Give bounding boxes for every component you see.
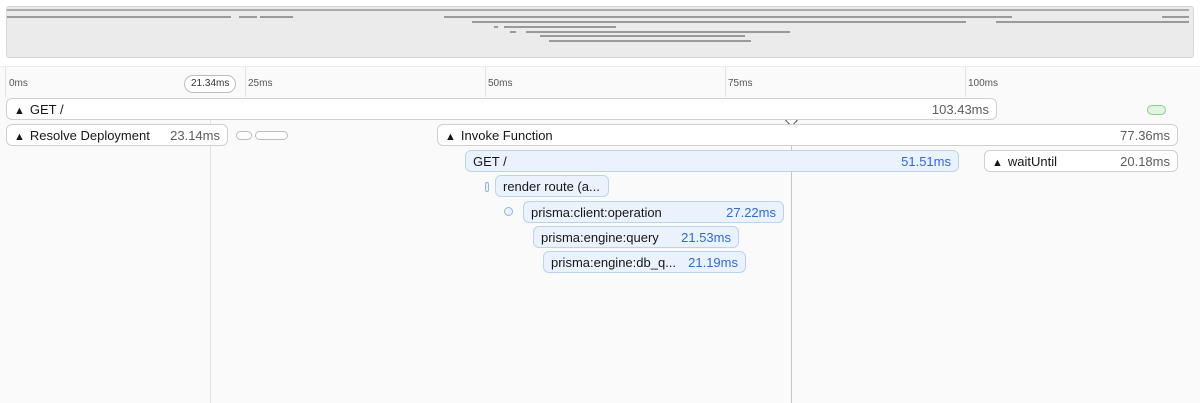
span-get-root[interactable]: ▲ GET / 103.43ms bbox=[6, 98, 997, 120]
span-prisma-engine-query[interactable]: prisma:engine:query 21.53ms bbox=[533, 226, 739, 248]
span-name: render route (a... bbox=[503, 178, 600, 194]
span-prisma-engine-db-query[interactable]: prisma:engine:db_q... 21.19ms bbox=[543, 251, 746, 273]
minimap-bar bbox=[260, 16, 293, 18]
collapse-triangle-icon[interactable]: ▲ bbox=[14, 105, 25, 117]
tick-label-75: 75ms bbox=[728, 78, 753, 89]
span-duration: 21.53ms bbox=[681, 229, 731, 245]
minimap-bar bbox=[7, 9, 1189, 11]
span-duration: 103.43ms bbox=[931, 101, 989, 117]
span-mini[interactable] bbox=[236, 131, 252, 140]
tick-line bbox=[245, 67, 246, 97]
minimap-bar bbox=[549, 40, 751, 42]
tick-label-100: 100ms bbox=[968, 78, 999, 89]
cursor-line bbox=[210, 103, 211, 403]
span-name: Invoke Function bbox=[460, 127, 553, 143]
tick-line bbox=[965, 67, 966, 97]
collapse-triangle-icon[interactable]: ▲ bbox=[14, 131, 25, 143]
span-point-icon[interactable] bbox=[504, 207, 513, 216]
span-duration: 20.18ms bbox=[1120, 153, 1170, 169]
span-marker[interactable] bbox=[485, 182, 489, 192]
span-name: prisma:engine:query bbox=[541, 229, 659, 245]
span-get-inner[interactable]: GET / 51.51ms bbox=[465, 150, 959, 172]
minimap-bar bbox=[7, 16, 231, 18]
minimap-bar bbox=[444, 16, 1012, 18]
span-name: GET / bbox=[473, 153, 507, 169]
minimap-bar bbox=[996, 21, 1189, 23]
span-duration: 23.14ms bbox=[170, 127, 220, 143]
minimap-bar bbox=[510, 31, 516, 33]
span-prisma-client-operation[interactable]: prisma:client:operation 27.22ms bbox=[523, 201, 784, 223]
tick-line bbox=[5, 67, 6, 97]
collapse-triangle-icon[interactable]: ▲ bbox=[445, 131, 456, 143]
span-invoke-function[interactable]: ▲ Invoke Function 77.36ms bbox=[437, 124, 1178, 146]
minimap-bar bbox=[239, 16, 257, 18]
span-duration: 51.51ms bbox=[901, 153, 951, 169]
minimap-bar bbox=[494, 26, 498, 28]
span-name: prisma:engine:db_q... bbox=[551, 254, 677, 270]
trace-minimap[interactable] bbox=[6, 6, 1194, 58]
tick-label-50: 50ms bbox=[488, 78, 513, 89]
cursor-time-badge: 21.34ms bbox=[184, 75, 237, 93]
span-duration: 77.36ms bbox=[1120, 127, 1170, 143]
span-name: Resolve Deployment bbox=[29, 127, 150, 143]
tick-label-25: 25ms bbox=[248, 78, 273, 89]
minimap-bar bbox=[1162, 16, 1189, 18]
minimap-bar bbox=[540, 35, 745, 37]
collapse-triangle-icon[interactable]: ▲ bbox=[992, 157, 1003, 169]
span-render-route[interactable]: render route (a... bbox=[495, 175, 609, 197]
minimap-bar bbox=[472, 21, 966, 23]
tick-label-0: 0ms bbox=[9, 78, 28, 89]
span-name: GET / bbox=[29, 101, 64, 117]
span-duration: 21.19ms bbox=[688, 254, 738, 270]
tick-line bbox=[485, 67, 486, 97]
minimap-bar bbox=[526, 31, 790, 33]
span-name: prisma:client:operation bbox=[531, 204, 662, 220]
status-pill[interactable] bbox=[1147, 105, 1166, 115]
span-mini[interactable] bbox=[255, 131, 288, 140]
span-name: waitUntil bbox=[1007, 153, 1058, 169]
minimap-bar bbox=[504, 26, 616, 28]
span-resolve-deployment[interactable]: ▲ Resolve Deployment 23.14ms bbox=[6, 124, 228, 146]
span-duration: 27.22ms bbox=[726, 204, 776, 220]
span-wait-until[interactable]: ▲ waitUntil 20.18ms bbox=[984, 150, 1178, 172]
tick-line bbox=[725, 67, 726, 97]
